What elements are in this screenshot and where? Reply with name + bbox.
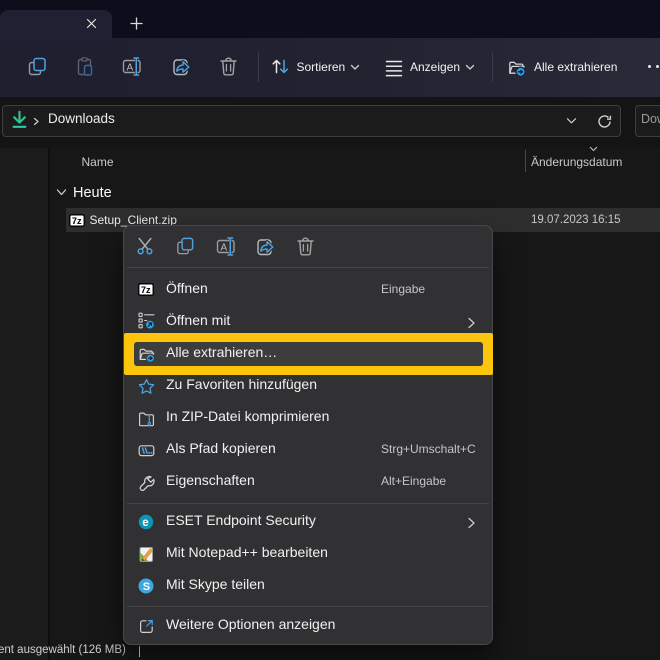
svg-text:A: A (221, 243, 228, 254)
svg-text:A: A (127, 63, 134, 74)
svg-text:S: S (143, 581, 150, 593)
svg-text:e: e (142, 517, 148, 529)
svg-text:7z: 7z (141, 285, 151, 295)
svg-text:7z: 7z (72, 216, 82, 226)
